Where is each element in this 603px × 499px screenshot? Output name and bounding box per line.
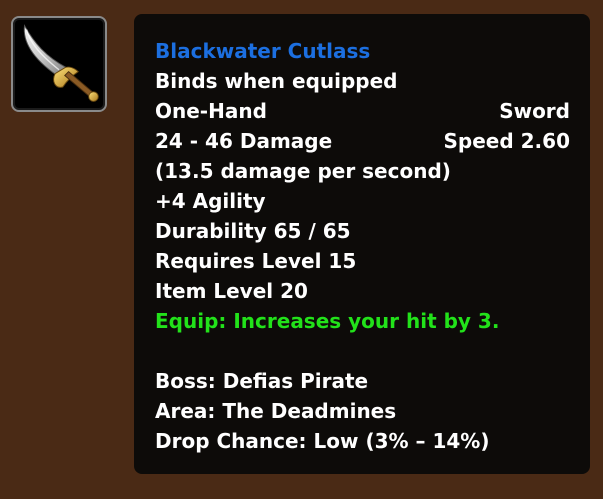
damage-speed-row: 24 - 46 Damage Speed 2.60 xyxy=(155,126,570,156)
item-name: Blackwater Cutlass xyxy=(155,39,371,63)
dps-text: (13.5 damage per second) xyxy=(155,159,451,183)
item-icon-slot[interactable] xyxy=(11,16,107,112)
area-text: Area: The Deadmines xyxy=(155,399,397,423)
binding-row: Binds when equipped xyxy=(155,66,570,96)
equip-effect-row: Equip: Increases your hit by 3. xyxy=(155,306,570,336)
boss-text: Boss: Defias Pirate xyxy=(155,369,369,393)
slot-type-row: One-Hand Sword xyxy=(155,96,570,126)
damage-text: 24 - 46 Damage xyxy=(155,129,333,153)
slot-text: One-Hand xyxy=(155,99,267,123)
boss-row: Boss: Defias Pirate xyxy=(155,366,570,396)
durability-row: Durability 65 / 65 xyxy=(155,216,570,246)
cutlass-sword-icon xyxy=(23,24,99,102)
area-row: Area: The Deadmines xyxy=(155,396,570,426)
dps-row: (13.5 damage per second) xyxy=(155,156,570,186)
item-name-row: Blackwater Cutlass xyxy=(155,36,570,66)
durability-text: Durability 65 / 65 xyxy=(155,219,351,243)
required-level-row: Requires Level 15 xyxy=(155,246,570,276)
item-tooltip: Blackwater Cutlass Binds when equipped O… xyxy=(134,14,590,474)
drop-chance-text: Drop Chance: Low (3% – 14%) xyxy=(155,429,490,453)
item-level-text: Item Level 20 xyxy=(155,279,308,303)
agility-stat: +4 Agility xyxy=(155,189,266,213)
equip-effect-text: Equip: Increases your hit by 3. xyxy=(155,309,500,333)
item-level-row: Item Level 20 xyxy=(155,276,570,306)
speed-text: Speed 2.60 xyxy=(443,129,570,153)
drop-chance-row: Drop Chance: Low (3% – 14%) xyxy=(155,426,570,456)
required-level-text: Requires Level 15 xyxy=(155,249,357,273)
binding-text: Binds when equipped xyxy=(155,69,398,93)
weapon-type-text: Sword xyxy=(499,99,570,123)
stat-row: +4 Agility xyxy=(155,186,570,216)
